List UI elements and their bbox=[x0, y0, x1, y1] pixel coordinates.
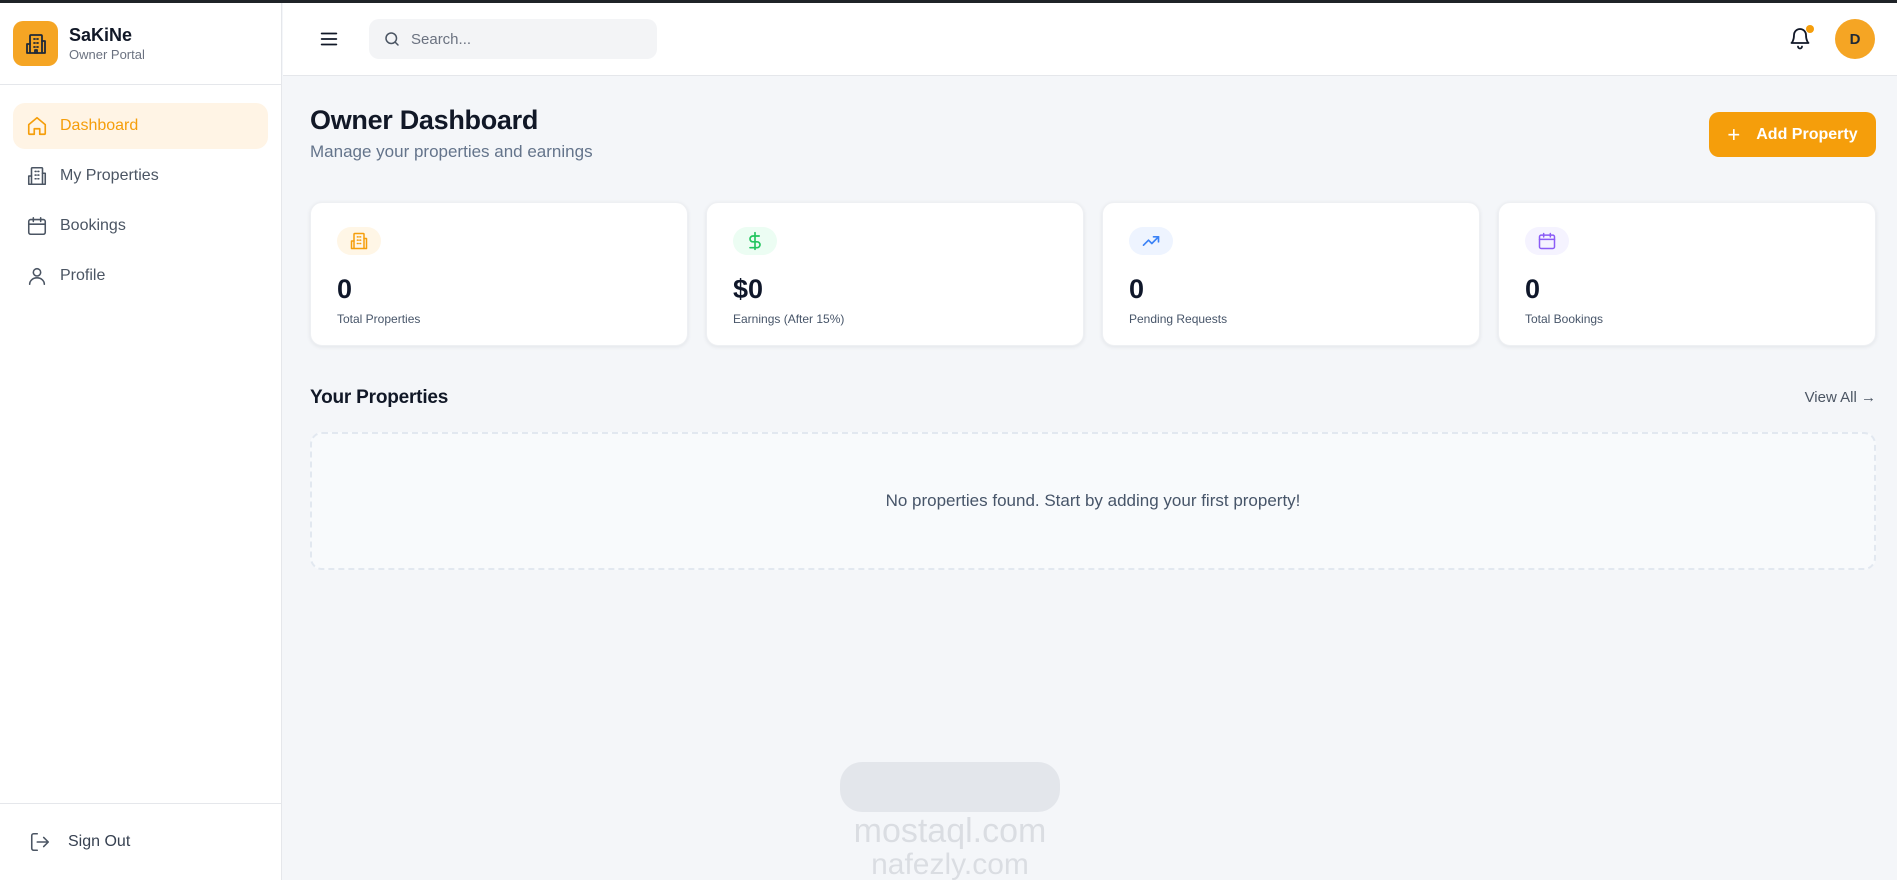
menu-toggle-button[interactable] bbox=[317, 27, 341, 51]
stat-value: 0 bbox=[337, 274, 353, 304]
plus-icon: + bbox=[1727, 121, 1741, 147]
stat-label: Total Bookings bbox=[1525, 312, 1604, 326]
stat-label: Pending Requests bbox=[1129, 312, 1228, 326]
search-input[interactable] bbox=[411, 30, 651, 48]
top-header: D bbox=[283, 3, 1897, 76]
sidebar-item-profile[interactable]: Profile bbox=[13, 253, 268, 299]
view-all-link[interactable]: View All → bbox=[1805, 389, 1876, 406]
notification-dot bbox=[1806, 25, 1814, 33]
section-title-your-properties: Your Properties bbox=[310, 387, 449, 408]
stat-card-pending-requests: 0 Pending Requests bbox=[1102, 202, 1480, 346]
building-logo-icon bbox=[13, 21, 58, 66]
sidebar-item-dashboard[interactable]: Dashboard bbox=[13, 103, 268, 149]
stat-value: 0 bbox=[1525, 274, 1541, 304]
page-title: Owner Dashboard bbox=[310, 105, 539, 135]
sidebar-item-label: Dashboard bbox=[60, 117, 139, 134]
sign-out-button[interactable]: Sign Out bbox=[0, 803, 282, 880]
watermark-logo: mostaql.com nafezly.com bbox=[840, 762, 1060, 880]
stat-label: Total Properties bbox=[337, 312, 421, 326]
stat-card-total-properties: 0 Total Properties bbox=[310, 202, 688, 346]
stat-label: Earnings (After 15%) bbox=[733, 312, 845, 326]
sidebar-item-label: Profile bbox=[60, 267, 106, 284]
user-avatar[interactable]: D bbox=[1835, 19, 1875, 59]
sidebar-item-my-properties[interactable]: My Properties bbox=[13, 153, 268, 199]
building-icon bbox=[337, 227, 381, 255]
sidebar: SaKiNe Owner Portal Dashboard My Propert… bbox=[0, 3, 282, 880]
dollar-icon bbox=[733, 227, 777, 255]
stat-card-earnings: $0 Earnings (After 15%) bbox=[706, 202, 1084, 346]
user-icon bbox=[26, 265, 48, 287]
hamburger-menu-icon bbox=[320, 32, 338, 46]
sidebar-item-label: Bookings bbox=[60, 217, 126, 234]
stat-value: $0 bbox=[733, 274, 764, 304]
sidebar-item-label: My Properties bbox=[60, 167, 159, 184]
brand-name: SaKiNe bbox=[69, 24, 133, 45]
search-icon bbox=[385, 32, 399, 46]
sidebar-nav: Dashboard My Properties Bookings Profile bbox=[0, 85, 281, 299]
empty-state-message: No properties found. Start by adding you… bbox=[885, 491, 1301, 510]
home-icon bbox=[26, 115, 48, 137]
search-box[interactable] bbox=[369, 19, 657, 59]
trending-up-icon bbox=[1129, 227, 1173, 255]
notifications-button[interactable] bbox=[1788, 25, 1814, 53]
stat-card-total-bookings: 0 Total Bookings bbox=[1498, 202, 1876, 346]
empty-properties-panel: No properties found. Start by adding you… bbox=[310, 432, 1876, 570]
calendar-icon bbox=[26, 215, 48, 237]
calendar-icon bbox=[1525, 227, 1569, 255]
stat-value: 0 bbox=[1129, 274, 1145, 304]
building-icon bbox=[26, 165, 48, 187]
sidebar-item-bookings[interactable]: Bookings bbox=[13, 203, 268, 249]
svg-text:nafezly.com: nafezly.com bbox=[871, 848, 1029, 880]
add-property-label: Add Property bbox=[1756, 125, 1858, 143]
sign-out-label: Sign Out bbox=[68, 833, 131, 850]
page-subtitle: Manage your properties and earnings bbox=[310, 142, 593, 161]
svg-text:mostaql.com: mostaql.com bbox=[854, 812, 1047, 850]
add-property-button[interactable]: + Add Property bbox=[1709, 112, 1876, 157]
brand-subtitle: Owner Portal bbox=[69, 46, 145, 62]
log-out-icon bbox=[29, 831, 51, 853]
brand[interactable]: SaKiNe Owner Portal bbox=[0, 3, 281, 85]
stats-cards: 0 Total Properties $0 Earnings (After 15… bbox=[310, 202, 1876, 346]
